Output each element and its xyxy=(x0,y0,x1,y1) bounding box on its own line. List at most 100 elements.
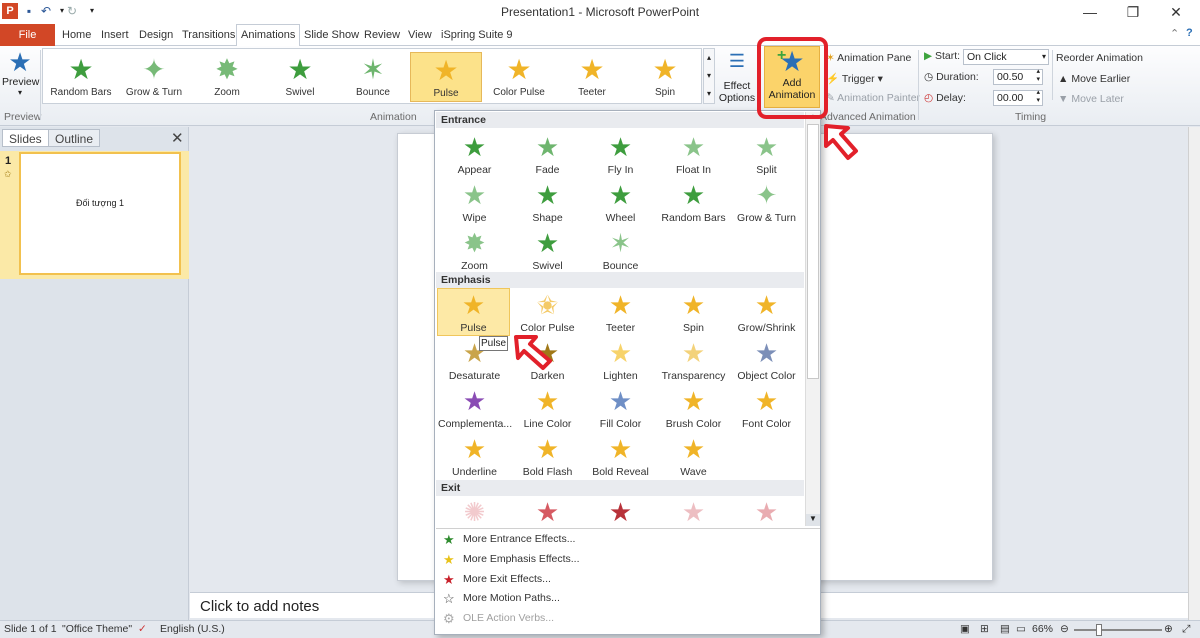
effect-bold-reveal[interactable]: ★ Bold Reveal xyxy=(584,433,657,481)
zoom-level[interactable]: 66% xyxy=(1032,623,1053,635)
effect-color-pulse[interactable]: ✬ Color Pulse xyxy=(511,289,584,337)
effect-font-color[interactable]: ★ Font Color xyxy=(730,385,803,433)
ole-action-verbs[interactable]: ⚙ OLE Action Verbs... xyxy=(439,609,809,628)
exit-effect-3[interactable]: ★ xyxy=(584,496,657,526)
effect-fill-color[interactable]: ★ Fill Color xyxy=(584,385,657,433)
gallery-grow-turn[interactable]: ✦ Grow & Turn xyxy=(118,52,190,102)
restore-button[interactable]: ❐ xyxy=(1121,2,1145,22)
more-motion-paths[interactable]: ☆ More Motion Paths... xyxy=(439,589,809,608)
gallery-pulse[interactable]: ★ Pulse xyxy=(410,52,482,102)
effect-options-button[interactable]: ☰ Effect Options xyxy=(717,50,757,110)
exit-effect-2[interactable]: ★ xyxy=(511,496,584,526)
minimize-ribbon-icon[interactable]: ⌃ xyxy=(1166,26,1183,45)
gallery-color-pulse[interactable]: ★ Color Pulse xyxy=(483,52,555,102)
effect-shape[interactable]: ★ Shape xyxy=(511,179,584,227)
gallery-swivel[interactable]: ★ Swivel xyxy=(264,52,336,102)
tab-review[interactable]: Review xyxy=(360,27,404,46)
move-earlier-button[interactable]: ▲ Move Earlier xyxy=(1058,73,1130,85)
slide-sorter-icon[interactable]: ⊞ xyxy=(980,623,989,635)
effect-bounce[interactable]: ✶ Bounce xyxy=(584,227,657,275)
zoom-out-icon[interactable]: ⊖ xyxy=(1060,623,1069,635)
slideshow-view-icon[interactable]: ▭ xyxy=(1016,623,1026,635)
effect-wave[interactable]: ★ Wave xyxy=(657,433,730,481)
exit-effect-4[interactable]: ★ xyxy=(657,496,730,526)
exit-effect-1[interactable]: ✺ xyxy=(438,496,511,526)
minimize-button[interactable]: — xyxy=(1078,2,1102,22)
pulse-icon: ★ xyxy=(461,290,486,320)
gallery-teeter[interactable]: ★ Teeter xyxy=(556,52,628,102)
tab-slides[interactable]: Slides xyxy=(2,129,49,147)
effect-swivel[interactable]: ★ Swivel xyxy=(511,227,584,275)
tab-transitions[interactable]: Transitions xyxy=(178,27,239,46)
zoom-in-icon[interactable]: ⊕ xyxy=(1164,623,1173,635)
tab-insert[interactable]: Insert xyxy=(97,27,133,46)
chevron-down-icon: ▾ xyxy=(1041,52,1046,61)
close-button[interactable]: ✕ xyxy=(1164,2,1188,22)
close-pane-icon[interactable]: ✕ xyxy=(171,129,184,147)
effect-fly-in[interactable]: ★ Fly In xyxy=(584,131,657,179)
effect-lighten[interactable]: ★ Lighten xyxy=(584,337,657,385)
effect-teeter[interactable]: ★ Teeter xyxy=(584,289,657,337)
normal-view-icon[interactable]: ▣ xyxy=(960,623,970,635)
delay-input[interactable]: 00.00 ▴ ▾ xyxy=(993,89,1043,106)
tab-file[interactable]: File xyxy=(0,24,55,46)
tab-animations[interactable]: Animations xyxy=(236,24,301,47)
effect-spin[interactable]: ★ Spin xyxy=(657,289,730,337)
yellow-star-icon: ★ xyxy=(443,552,455,567)
effect-float-in[interactable]: ★ Float In xyxy=(657,131,730,179)
gallery-bounce[interactable]: ✶ Bounce xyxy=(337,52,409,102)
help-icon[interactable]: ? xyxy=(1182,25,1197,44)
tab-home[interactable]: Home xyxy=(58,27,95,46)
preview-button[interactable]: ★ Preview ▾ xyxy=(2,48,39,104)
duration-input[interactable]: 00.50 ▴ ▾ xyxy=(993,68,1043,85)
tab-ispring[interactable]: iSpring Suite 9 xyxy=(437,27,517,46)
zoom-slider[interactable] xyxy=(1074,629,1162,631)
effect-line-color[interactable]: ★ Line Color xyxy=(511,385,584,433)
spellcheck-icon[interactable]: ✓ xyxy=(138,623,147,635)
slide-thumbnail[interactable]: Đối tượng 1 xyxy=(19,152,181,275)
gallery-spin[interactable]: ★ Spin xyxy=(629,52,701,102)
language[interactable]: English (U.S.) xyxy=(160,623,225,635)
tab-slide-show[interactable]: Slide Show xyxy=(300,27,363,46)
tab-view[interactable]: View xyxy=(404,27,436,46)
animation-gallery: ★ Random Bars ✦ Grow & Turn ✸ Zoom ★ Swivel … xyxy=(42,48,702,104)
animation-pane-button[interactable]: ✶ Animation Pane xyxy=(826,52,911,64)
tab-outline[interactable]: Outline xyxy=(48,129,101,147)
reading-view-icon[interactable]: ▤ xyxy=(1000,623,1010,635)
effect-brush-color[interactable]: ★ Brush Color xyxy=(657,385,730,433)
effect-grow-turn[interactable]: ✦ Grow & Turn xyxy=(730,179,803,227)
effect-fade[interactable]: ★ Fade xyxy=(511,131,584,179)
effect-wheel[interactable]: ★ Wheel xyxy=(584,179,657,227)
effect-grow-shrink[interactable]: ★ Grow/Shrink xyxy=(730,289,803,337)
effect-transparency[interactable]: ★ Transparency xyxy=(657,337,730,385)
gallery-scroll[interactable]: ▴ ▾ ▾ xyxy=(703,48,715,104)
zoom-slider-thumb[interactable] xyxy=(1096,624,1102,636)
move-later-button[interactable]: ▼ Move Later xyxy=(1058,93,1124,105)
vertical-scrollbar[interactable] xyxy=(1188,127,1200,620)
effect-complementary[interactable]: ★ Complementa... xyxy=(438,385,512,433)
more-emphasis-effects[interactable]: ★ More Emphasis Effects... xyxy=(439,550,809,569)
effect-pulse[interactable]: ★ Pulse xyxy=(437,288,510,336)
more-entrance-effects[interactable]: ★ More Entrance Effects... xyxy=(439,530,809,549)
tab-design[interactable]: Design xyxy=(135,27,177,46)
trigger-button[interactable]: ⚡ Trigger ▾ xyxy=(826,72,883,85)
exit-effect-5[interactable]: ★ xyxy=(730,496,803,526)
scroll-thumb[interactable] xyxy=(807,124,819,379)
font-color-icon: ★ xyxy=(754,386,779,416)
effect-random-bars[interactable]: ★ Random Bars xyxy=(657,179,730,227)
effect-underline[interactable]: ★ Underline xyxy=(438,433,511,481)
effect-bold-flash[interactable]: ★ Bold Flash xyxy=(511,433,584,481)
more-exit-effects[interactable]: ★ More Exit Effects... xyxy=(439,570,809,589)
fit-slide-icon[interactable]: ⤢ xyxy=(1182,623,1190,636)
effect-wipe[interactable]: ★ Wipe xyxy=(438,179,511,227)
effect-object-color[interactable]: ★ Object Color xyxy=(730,337,803,385)
start-select[interactable]: On Click ▾ xyxy=(963,49,1049,65)
animation-painter-button[interactable]: ✎ Animation Painter xyxy=(826,92,920,104)
effect-appear[interactable]: ★ Appear xyxy=(438,131,511,179)
gallery-zoom[interactable]: ✸ Zoom xyxy=(191,52,263,102)
menu-scrollbar[interactable]: ▲ ▼ xyxy=(805,112,820,526)
effect-zoom[interactable]: ✸ Zoom xyxy=(438,227,511,275)
gallery-random-bars[interactable]: ★ Random Bars xyxy=(45,52,117,102)
effect-split[interactable]: ★ Split xyxy=(730,131,803,179)
scroll-down-icon[interactable]: ▼ xyxy=(806,514,820,526)
